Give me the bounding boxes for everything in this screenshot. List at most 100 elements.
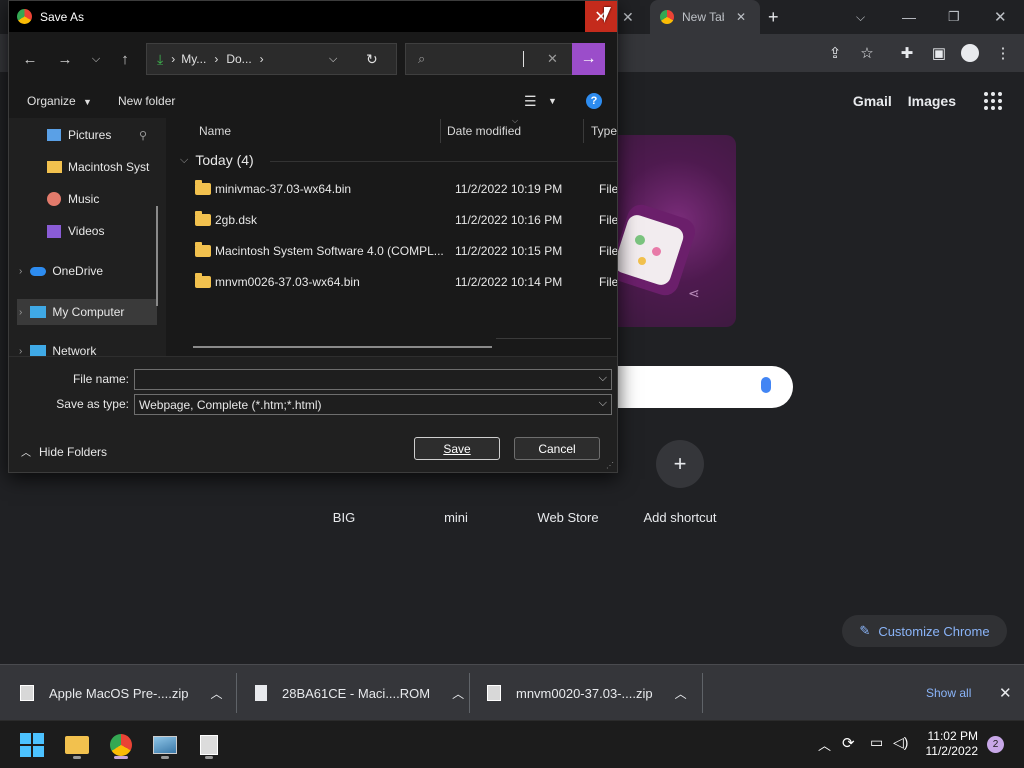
side-panel-icon[interactable]: ▣ [928,42,950,64]
column-header-type[interactable]: Type [591,118,617,144]
nav-item-videos[interactable]: Videos [47,218,104,244]
resize-grip-icon[interactable]: ⋰ [606,461,614,470]
file-row[interactable]: mnvm0026-37.03-wx64.bin 11/2/2022 10:14 … [181,271,617,295]
volume-icon[interactable]: ◁) [893,734,908,751]
file-row[interactable]: 2gb.dsk 11/2/2022 10:16 PM File fo [181,209,617,233]
downloads-bar: Apple MacOS Pre-....zip ︿ 28BA61CE - Mac… [0,664,1024,720]
expand-chevron-icon[interactable]: › [19,346,22,357]
music-icon [47,192,61,206]
clock[interactable]: 11:02 PM 11/2/2022 [924,729,979,759]
nav-pane-scrollbar[interactable] [156,206,158,306]
nav-item-network[interactable]: › Network [19,338,96,356]
voice-search-mic-icon[interactable] [761,377,771,393]
column-header-name[interactable]: Name [199,118,231,144]
pin-icon[interactable]: ⚲ [139,129,147,142]
recent-locations-chevron-icon[interactable]: ⌵ [85,48,107,70]
shortcut-label: mini [444,510,468,525]
expand-chevron-icon[interactable]: › [19,266,22,277]
organize-button[interactable]: Organize ▼ [27,94,92,108]
tab-search-chevron-icon[interactable]: ⌵ [856,0,865,34]
tab-close-icon[interactable]: ✕ [736,10,746,24]
share-icon[interactable]: ⇪ [824,42,846,64]
network-icon[interactable]: ▭ [870,734,883,751]
file-name-dropdown-chevron-icon[interactable]: ⌵ [599,372,607,385]
chrome-app[interactable] [105,729,137,761]
sync-alert-icon[interactable]: ⟳ [842,734,855,752]
download-menu-chevron-icon[interactable]: ︿ [452,685,464,702]
doodle-share-icon[interactable]: ⋖ [688,285,700,302]
view-options-chevron-icon[interactable]: ▼ [548,96,557,106]
minimize-icon[interactable]: — [902,0,916,34]
tray-overflow-chevron-icon[interactable]: ︿ [818,735,831,754]
chrome-menu-icon[interactable]: ⋮ [992,42,1014,64]
apps-grid-icon[interactable] [984,92,1002,110]
horizontal-scrollbar[interactable] [193,346,492,348]
group-divider [270,161,617,162]
view-options-icon[interactable]: ☰ [524,93,537,110]
profile-avatar-icon[interactable] [959,42,981,64]
show-all-link[interactable]: Show all [926,665,971,721]
tab-new-tab[interactable]: New Tab ✕ [650,0,760,34]
file-name-field[interactable]: ⌵ [134,369,612,390]
tab-close-icon-prev[interactable]: ✕ [622,0,634,34]
search-go-button[interactable]: → [572,43,605,75]
tab-label: New Tab [682,10,724,24]
clear-search-icon[interactable]: ✕ [547,51,558,67]
column-divider[interactable] [440,119,441,143]
address-bar[interactable]: ⤓ › My... › Do... › ⌵ ↻ [146,43,397,75]
download-menu-chevron-icon[interactable]: ︿ [675,685,687,702]
downloads-close-icon[interactable]: ✕ [999,665,1012,721]
download-item[interactable]: 28BA61CE - Maci....ROM ︿ [255,665,464,721]
download-menu-chevron-icon[interactable]: ︿ [210,685,222,702]
nav-item-macintosh[interactable]: Macintosh Syst [47,154,149,180]
help-icon[interactable]: ? [586,93,602,109]
up-arrow-icon[interactable]: ↑ [114,48,136,70]
breadcrumb-item[interactable]: Do... [226,52,251,66]
gmail-link[interactable]: Gmail [853,93,892,109]
navigation-pane: Pictures ⚲ Macintosh Syst Music Videos ›… [9,118,166,356]
nav-item-my-computer[interactable]: › My Computer [17,299,157,325]
archive-app[interactable] [193,729,225,761]
refresh-icon[interactable]: ↻ [366,51,378,68]
photos-app[interactable] [149,729,181,761]
expand-chevron-icon[interactable]: › [19,307,22,318]
group-header[interactable]: ⌵ Today (4) [180,152,617,168]
download-name: Apple MacOS Pre-....zip [49,685,189,701]
organize-label: Organize [27,94,76,108]
download-item[interactable]: mnvm0020-37.03-....zip ︿ [487,665,687,721]
file-explorer-app[interactable] [61,729,93,761]
hide-folders-button[interactable]: ︿ Hide Folders [21,444,107,460]
new-tab-plus-icon[interactable]: + [768,0,779,34]
save-as-type-select[interactable]: Webpage, Complete (*.htm;*.html) ⌵ [134,394,612,415]
back-arrow-icon[interactable]: ← [19,48,41,70]
save-button[interactable]: Save [414,437,500,460]
restore-icon[interactable]: ❐ [948,0,960,34]
file-row[interactable]: minivmac-37.03-wx64.bin 11/2/2022 10:19 … [181,178,617,202]
nav-item-music[interactable]: Music [47,186,99,212]
download-item[interactable]: Apple MacOS Pre-....zip ︿ [20,665,222,721]
file-name: 2gb.dsk [215,213,258,227]
new-folder-button[interactable]: New folder [118,94,175,108]
breadcrumb-item[interactable]: My... [181,52,206,66]
start-button[interactable] [16,729,48,761]
nav-item-label: OneDrive [52,264,104,278]
nav-item-pictures[interactable]: Pictures ⚲ [47,122,147,148]
shortcut-add[interactable]: + Add shortcut [625,440,735,525]
file-row[interactable]: Macintosh System Software 4.0 (COMPL... … [181,240,617,264]
column-header-date[interactable]: Date modified [447,118,521,144]
window-close-icon[interactable]: ✕ [994,0,1007,34]
address-dropdown-chevron-icon[interactable]: ⌵ [329,53,337,66]
images-link[interactable]: Images [908,93,956,109]
customize-chrome-button[interactable]: ✎ Customize Chrome [842,615,1007,647]
column-divider[interactable] [583,119,584,143]
dialog-close-button[interactable]: ✕ [585,1,617,32]
cancel-button[interactable]: Cancel [514,437,600,460]
search-input[interactable]: ⌕ ✕ [405,43,573,75]
bookmark-star-icon[interactable]: ☆ [856,42,878,64]
extensions-icon[interactable]: ✚ [896,42,918,64]
dialog-titlebar[interactable]: Save As [9,1,617,32]
nav-item-onedrive[interactable]: › OneDrive [19,258,103,284]
notification-badge[interactable]: 2 [987,736,1004,753]
forward-arrow-icon[interactable]: → [54,48,76,70]
download-name: 28BA61CE - Maci....ROM [282,685,431,701]
